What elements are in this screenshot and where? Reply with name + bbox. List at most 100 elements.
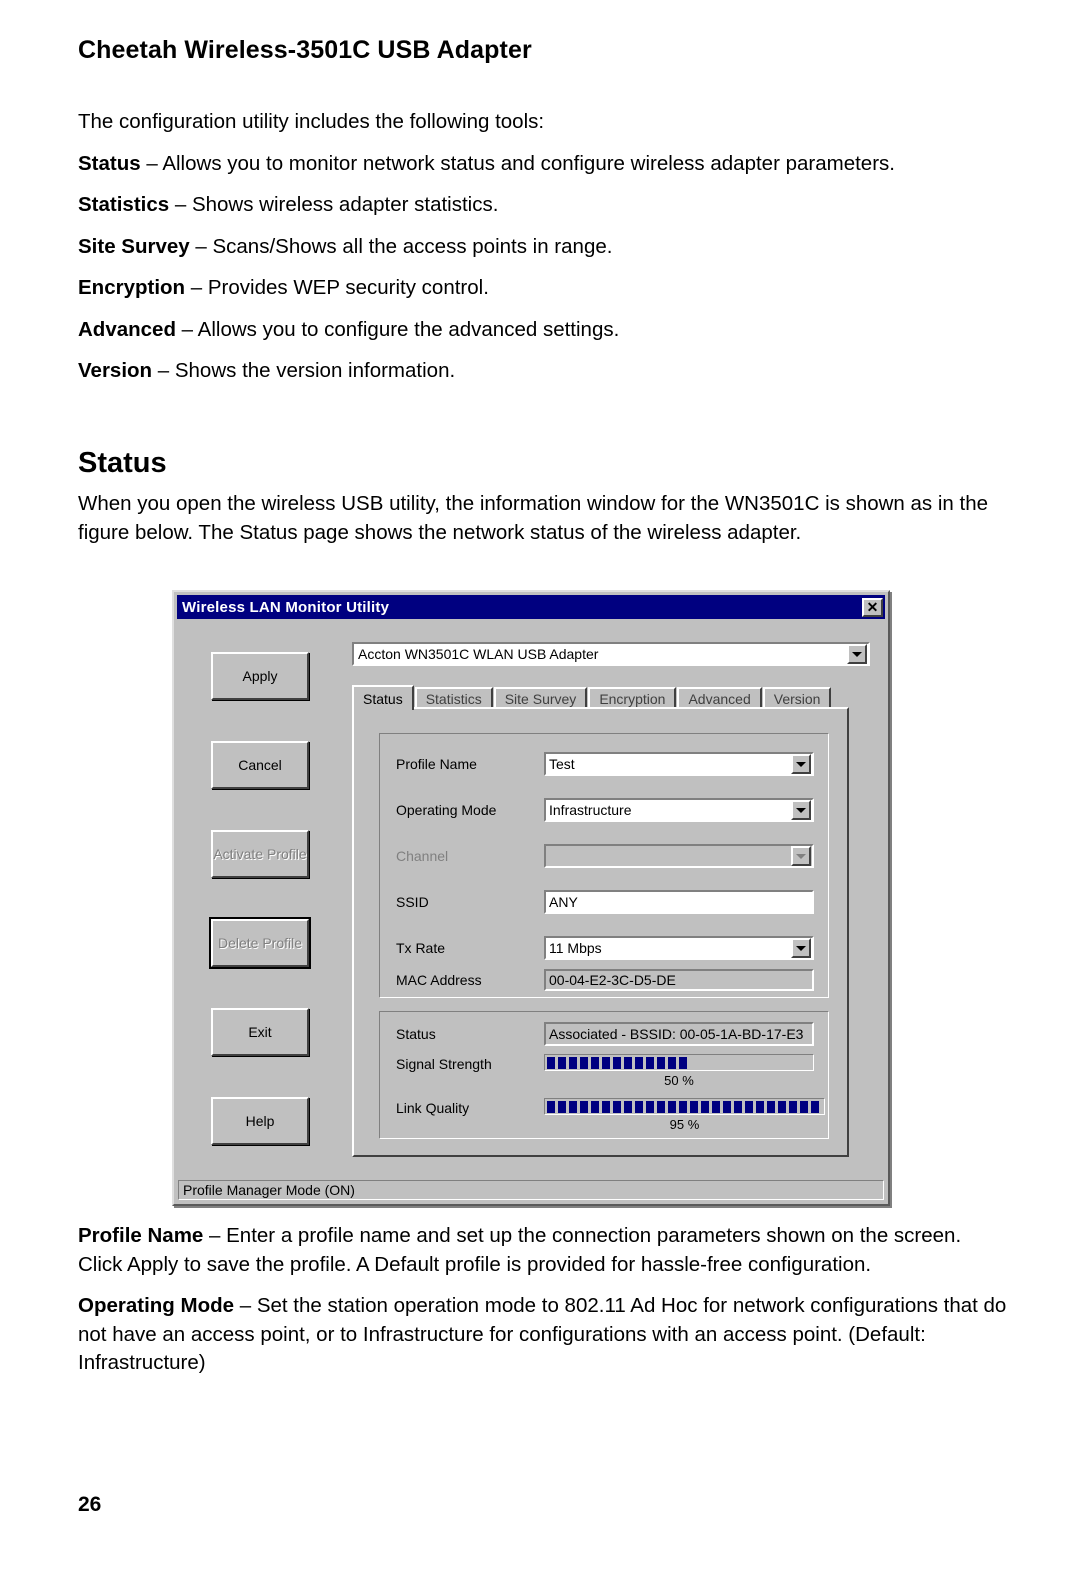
mac-address-value-box: 00-04-E2-3C-D5-DE xyxy=(544,969,814,991)
chevron-down-icon[interactable] xyxy=(847,644,867,664)
note-dash: – xyxy=(234,1294,257,1317)
tab-advanced[interactable]: Advanced xyxy=(677,687,762,709)
tool-dash: – xyxy=(169,193,192,216)
status-tab-panel: Profile Name Test Operating Mode Infrast… xyxy=(352,707,849,1157)
note-term: Operating Mode xyxy=(78,1294,235,1317)
tab-statistics[interactable]: Statistics xyxy=(414,687,493,709)
page-number: 26 xyxy=(78,1493,102,1516)
window-titlebar: Wireless LAN Monitor Utility ✕ xyxy=(177,595,885,619)
tab-strip: Status Statistics Site Survey Encryption… xyxy=(352,684,832,710)
meter-block xyxy=(591,1100,599,1113)
link-quality-meter-wrap: 95 % xyxy=(544,1098,825,1132)
meter-block xyxy=(569,1056,577,1069)
meter-block xyxy=(701,1100,709,1113)
meter-block xyxy=(580,1056,588,1069)
ssid-label: SSID xyxy=(396,894,429,910)
tab-site-survey[interactable]: Site Survey xyxy=(493,687,588,709)
meter-block xyxy=(646,1100,654,1113)
tab-version-label: Version xyxy=(773,691,821,707)
tools-section: The configuration utility includes the f… xyxy=(78,108,1008,399)
meter-block xyxy=(547,1100,555,1113)
mac-address-label: MAC Address xyxy=(396,972,482,988)
meter-block xyxy=(800,1100,808,1113)
operating-mode-select[interactable]: Infrastructure xyxy=(544,798,814,822)
wireless-lan-monitor-utility-window: Wireless LAN Monitor Utility ✕ Apply Can… xyxy=(172,590,890,1206)
ssid-input[interactable]: ANY xyxy=(544,890,814,914)
meter-block xyxy=(811,1100,819,1113)
meter-block xyxy=(547,1056,555,1069)
intro-line: The configuration utility includes the f… xyxy=(78,110,545,133)
link-quality-row: Link Quality 95 % xyxy=(396,1098,825,1134)
adapter-select[interactable]: Accton WN3501C WLAN USB Adapter xyxy=(352,642,870,666)
tool-term: Status xyxy=(78,151,141,175)
tool-item-status: Status – Allows you to monitor network s… xyxy=(78,150,1008,179)
meter-block xyxy=(613,1056,621,1069)
apply-button[interactable]: Apply xyxy=(211,652,309,700)
chevron-down-icon[interactable] xyxy=(791,754,811,774)
activate-profile-button[interactable]: Activate Profile xyxy=(211,830,309,878)
link-quality-percent: 95 % xyxy=(669,1117,700,1132)
tool-dash: – xyxy=(152,359,175,382)
cancel-button[interactable]: Cancel xyxy=(211,741,309,789)
mac-address-row: MAC Address 00-04-E2-3C-D5-DE xyxy=(396,960,814,1000)
meter-block xyxy=(635,1100,643,1113)
signal-strength-meter xyxy=(544,1054,814,1071)
delete-profile-button-label: Delete Profile xyxy=(217,934,303,951)
profile-name-select[interactable]: Test xyxy=(544,752,814,776)
tx-rate-select[interactable]: 11 Mbps xyxy=(544,936,814,960)
action-button-column: Apply Cancel Activate Profile Delete Pro… xyxy=(209,652,311,1186)
status-label: Status xyxy=(396,1026,436,1042)
profile-settings-group: Profile Name Test Operating Mode Infrast… xyxy=(379,733,829,998)
exit-button-label: Exit xyxy=(248,1023,272,1040)
meter-block xyxy=(657,1056,665,1069)
ssid-value: ANY xyxy=(549,894,578,910)
section-intro: When you open the wireless USB utility, … xyxy=(78,492,989,544)
profile-name-row: Profile Name Test xyxy=(396,752,814,776)
tool-desc: Shows the version information. xyxy=(174,359,456,382)
status-row: Status Associated - BSSID: 00-05-1A-BD-1… xyxy=(396,1022,814,1046)
tool-desc: Scans/Shows all the access points in ran… xyxy=(212,234,613,258)
meter-block xyxy=(756,1100,764,1113)
meter-block xyxy=(723,1100,731,1113)
operating-mode-row: Operating Mode Infrastructure xyxy=(396,798,814,822)
tab-version[interactable]: Version xyxy=(762,687,832,709)
tool-dash: – xyxy=(185,276,208,299)
tool-term: Encryption xyxy=(78,276,186,299)
note-term: Profile Name xyxy=(78,1224,204,1247)
operating-mode-label: Operating Mode xyxy=(396,802,497,818)
window-title: Wireless LAN Monitor Utility xyxy=(182,598,390,616)
link-quality-meter xyxy=(544,1098,825,1115)
tab-status-label: Status xyxy=(363,690,403,707)
tool-item-statistics: Statistics – Shows wireless adapter stat… xyxy=(78,191,1008,220)
delete-profile-button[interactable]: Delete Profile xyxy=(209,917,311,969)
tool-dash: – xyxy=(189,234,213,258)
chevron-down-icon xyxy=(791,846,811,866)
window-statusbar: Profile Manager Mode (ON) xyxy=(178,1180,884,1200)
field-notes-section: Profile Name – Enter a profile name and … xyxy=(78,1222,1008,1391)
help-button-label: Help xyxy=(245,1112,275,1129)
tab-encryption[interactable]: Encryption xyxy=(588,687,677,709)
ssid-row: SSID ANY xyxy=(396,890,814,914)
cancel-button-label: Cancel xyxy=(238,756,282,773)
tool-term: Statistics xyxy=(78,193,170,216)
tab-status[interactable]: Status xyxy=(352,685,414,710)
close-icon[interactable]: ✕ xyxy=(862,597,883,617)
meter-block xyxy=(789,1100,797,1113)
meter-block xyxy=(657,1100,665,1113)
tool-term: Version xyxy=(78,359,153,382)
chevron-down-icon[interactable] xyxy=(791,800,811,820)
exit-button[interactable]: Exit xyxy=(211,1008,309,1056)
tool-item-advanced: Advanced – Allows you to configure the a… xyxy=(78,316,1008,345)
meter-block xyxy=(613,1100,621,1113)
channel-row: Channel xyxy=(396,844,814,868)
meter-block xyxy=(602,1056,610,1069)
chevron-down-icon[interactable] xyxy=(791,938,811,958)
status-value-box: Associated - BSSID: 00-05-1A-BD-17-E3 xyxy=(544,1022,814,1046)
operating-mode-value: Infrastructure xyxy=(549,802,632,818)
tx-rate-row: Tx Rate 11 Mbps xyxy=(396,936,814,960)
channel-select[interactable] xyxy=(544,844,814,868)
help-button[interactable]: Help xyxy=(211,1097,309,1145)
tool-dash: – xyxy=(175,317,198,341)
document-page: Cheetah Wireless-3501C USB Adapter The c… xyxy=(0,0,1080,1570)
meter-block xyxy=(734,1100,742,1113)
